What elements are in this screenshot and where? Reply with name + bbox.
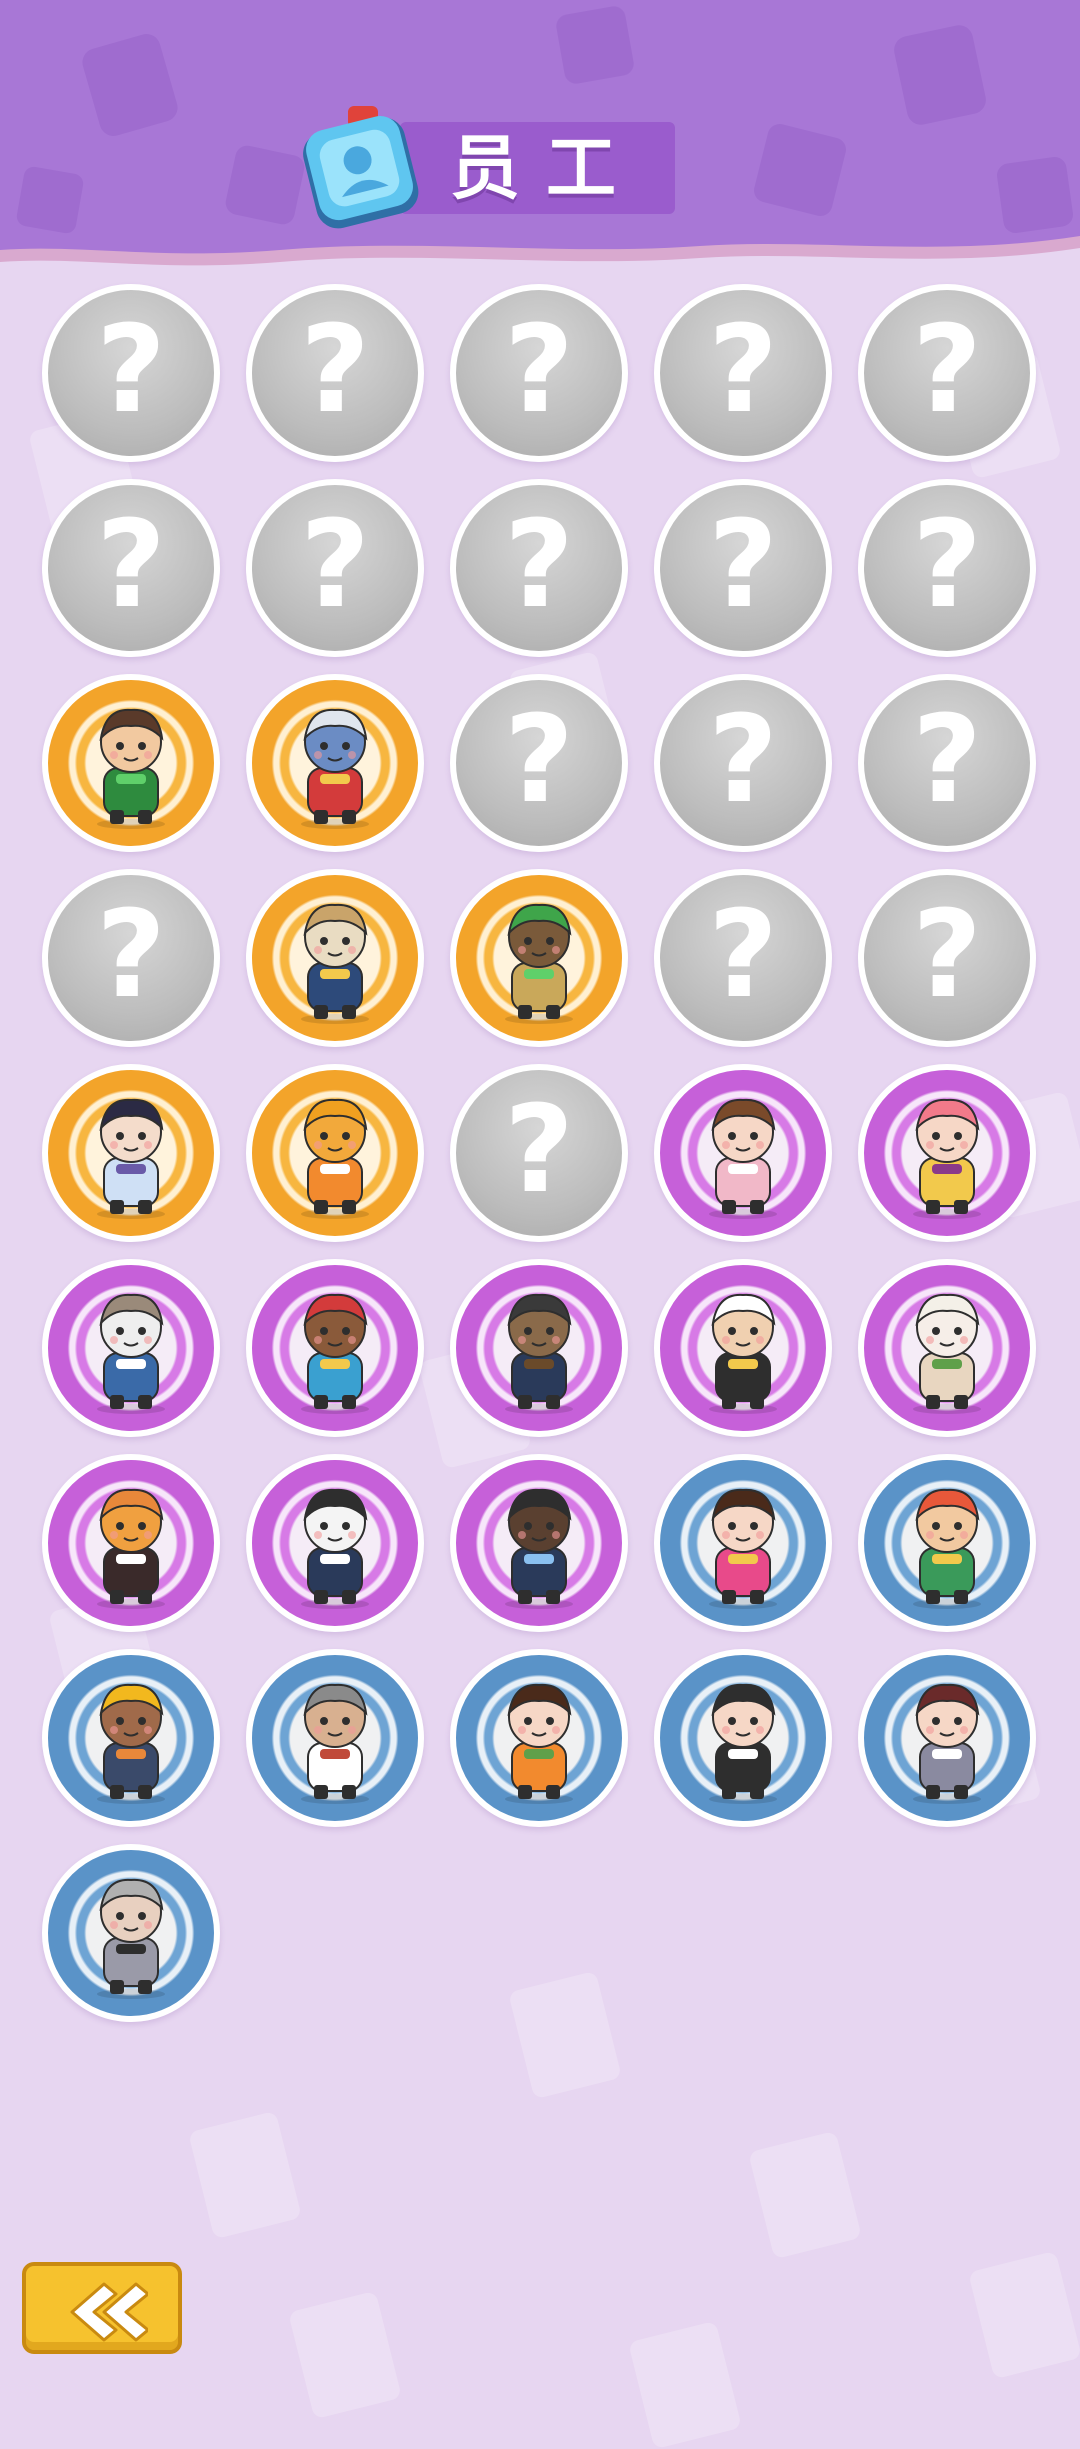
employee-avatar <box>301 1099 369 1220</box>
question-mark-icon: ? <box>300 496 370 635</box>
question-mark-icon: ? <box>504 496 574 635</box>
employee-avatar <box>505 1684 573 1805</box>
employee-slot-purple[interactable] <box>42 1259 220 1437</box>
employee-slot-locked[interactable]: ? <box>246 479 424 657</box>
employee-slot-locked[interactable]: ? <box>450 479 628 657</box>
employee-slot-blue[interactable] <box>858 1649 1036 1827</box>
employee-avatar <box>97 709 165 830</box>
employee-slot-blue[interactable] <box>450 1649 628 1827</box>
employee-slot-purple[interactable] <box>654 1259 832 1437</box>
question-mark-icon: ? <box>96 301 166 440</box>
employee-avatar <box>97 1489 165 1610</box>
employee-avatar <box>301 904 369 1025</box>
employee-avatar <box>301 1489 369 1610</box>
back-button[interactable] <box>22 2262 182 2354</box>
background-book-shape <box>628 2320 742 2449</box>
question-mark-icon: ? <box>300 301 370 440</box>
employee-avatar <box>97 1879 165 2000</box>
question-mark-icon: ? <box>912 301 982 440</box>
employee-avatar <box>709 1489 777 1610</box>
question-mark-icon: ? <box>912 691 982 830</box>
employee-slot-blue[interactable] <box>42 1649 220 1827</box>
employee-slot-locked[interactable]: ? <box>654 869 832 1047</box>
employee-slot-blue[interactable] <box>858 1454 1036 1632</box>
employee-avatar <box>97 1099 165 1220</box>
chevron-left-icon <box>70 2282 148 2342</box>
question-mark-icon: ? <box>708 496 778 635</box>
employee-slot-blue[interactable] <box>654 1454 832 1632</box>
employee-avatar <box>97 1684 165 1805</box>
employee-slot-purple[interactable] <box>246 1259 424 1437</box>
employee-avatar <box>301 1684 369 1805</box>
employee-avatar <box>709 1294 777 1415</box>
employee-slot-locked[interactable]: ? <box>654 479 832 657</box>
employee-slot-gold[interactable] <box>42 1064 220 1242</box>
question-mark-icon: ? <box>96 496 166 635</box>
employee-slot-purple[interactable] <box>450 1454 628 1632</box>
employee-slot-gold[interactable] <box>42 674 220 852</box>
employee-avatar <box>709 1099 777 1220</box>
employee-slot-gold[interactable] <box>246 869 424 1047</box>
employee-slot-locked[interactable]: ? <box>42 479 220 657</box>
background-book-shape <box>188 2110 302 2240</box>
employee-slot-gold[interactable] <box>246 1064 424 1242</box>
employee-slot-locked[interactable]: ? <box>654 674 832 852</box>
employee-avatar <box>709 1684 777 1805</box>
employee-slot-locked[interactable]: ? <box>450 1064 628 1242</box>
employee-avatar <box>913 1294 981 1415</box>
question-mark-icon: ? <box>96 886 166 1025</box>
employee-slot-blue[interactable] <box>654 1649 832 1827</box>
employee-slot-gold[interactable] <box>246 674 424 852</box>
employee-avatar <box>913 1684 981 1805</box>
employee-slot-purple[interactable] <box>450 1259 628 1437</box>
employee-slot-locked[interactable]: ? <box>42 284 220 462</box>
employee-grid: ????????????????? <box>0 0 1080 2100</box>
employee-slot-gold[interactable] <box>450 869 628 1047</box>
employee-slot-locked[interactable]: ? <box>858 869 1036 1047</box>
employee-slot-locked[interactable]: ? <box>858 674 1036 852</box>
employee-avatar <box>913 1489 981 1610</box>
question-mark-icon: ? <box>912 886 982 1025</box>
question-mark-icon: ? <box>504 301 574 440</box>
question-mark-icon: ? <box>708 691 778 830</box>
question-mark-icon: ? <box>912 496 982 635</box>
employee-slot-blue[interactable] <box>42 1844 220 2022</box>
background-book-shape <box>748 2130 862 2260</box>
employee-slot-locked[interactable]: ? <box>450 284 628 462</box>
employee-slot-locked[interactable]: ? <box>450 674 628 852</box>
employee-avatar <box>301 709 369 830</box>
question-mark-icon: ? <box>504 1081 574 1220</box>
employee-avatar <box>505 1294 573 1415</box>
employee-slot-purple[interactable] <box>246 1454 424 1632</box>
employee-slot-purple[interactable] <box>42 1454 220 1632</box>
employee-slot-purple[interactable] <box>858 1064 1036 1242</box>
employee-slot-purple[interactable] <box>654 1064 832 1242</box>
employee-slot-locked[interactable]: ? <box>654 284 832 462</box>
employee-slot-purple[interactable] <box>858 1259 1036 1437</box>
question-mark-icon: ? <box>504 691 574 830</box>
employee-slot-blue[interactable] <box>246 1649 424 1827</box>
employee-avatar <box>505 1489 573 1610</box>
question-mark-icon: ? <box>708 301 778 440</box>
employee-slot-locked[interactable]: ? <box>246 284 424 462</box>
employee-avatar <box>301 1294 369 1415</box>
employee-avatar <box>505 904 573 1025</box>
employee-slot-locked[interactable]: ? <box>858 479 1036 657</box>
employee-slot-locked[interactable]: ? <box>42 869 220 1047</box>
employee-avatar <box>97 1294 165 1415</box>
question-mark-icon: ? <box>708 886 778 1025</box>
employee-avatar <box>913 1099 981 1220</box>
employee-slot-locked[interactable]: ? <box>858 284 1036 462</box>
background-book-shape <box>968 2250 1080 2380</box>
